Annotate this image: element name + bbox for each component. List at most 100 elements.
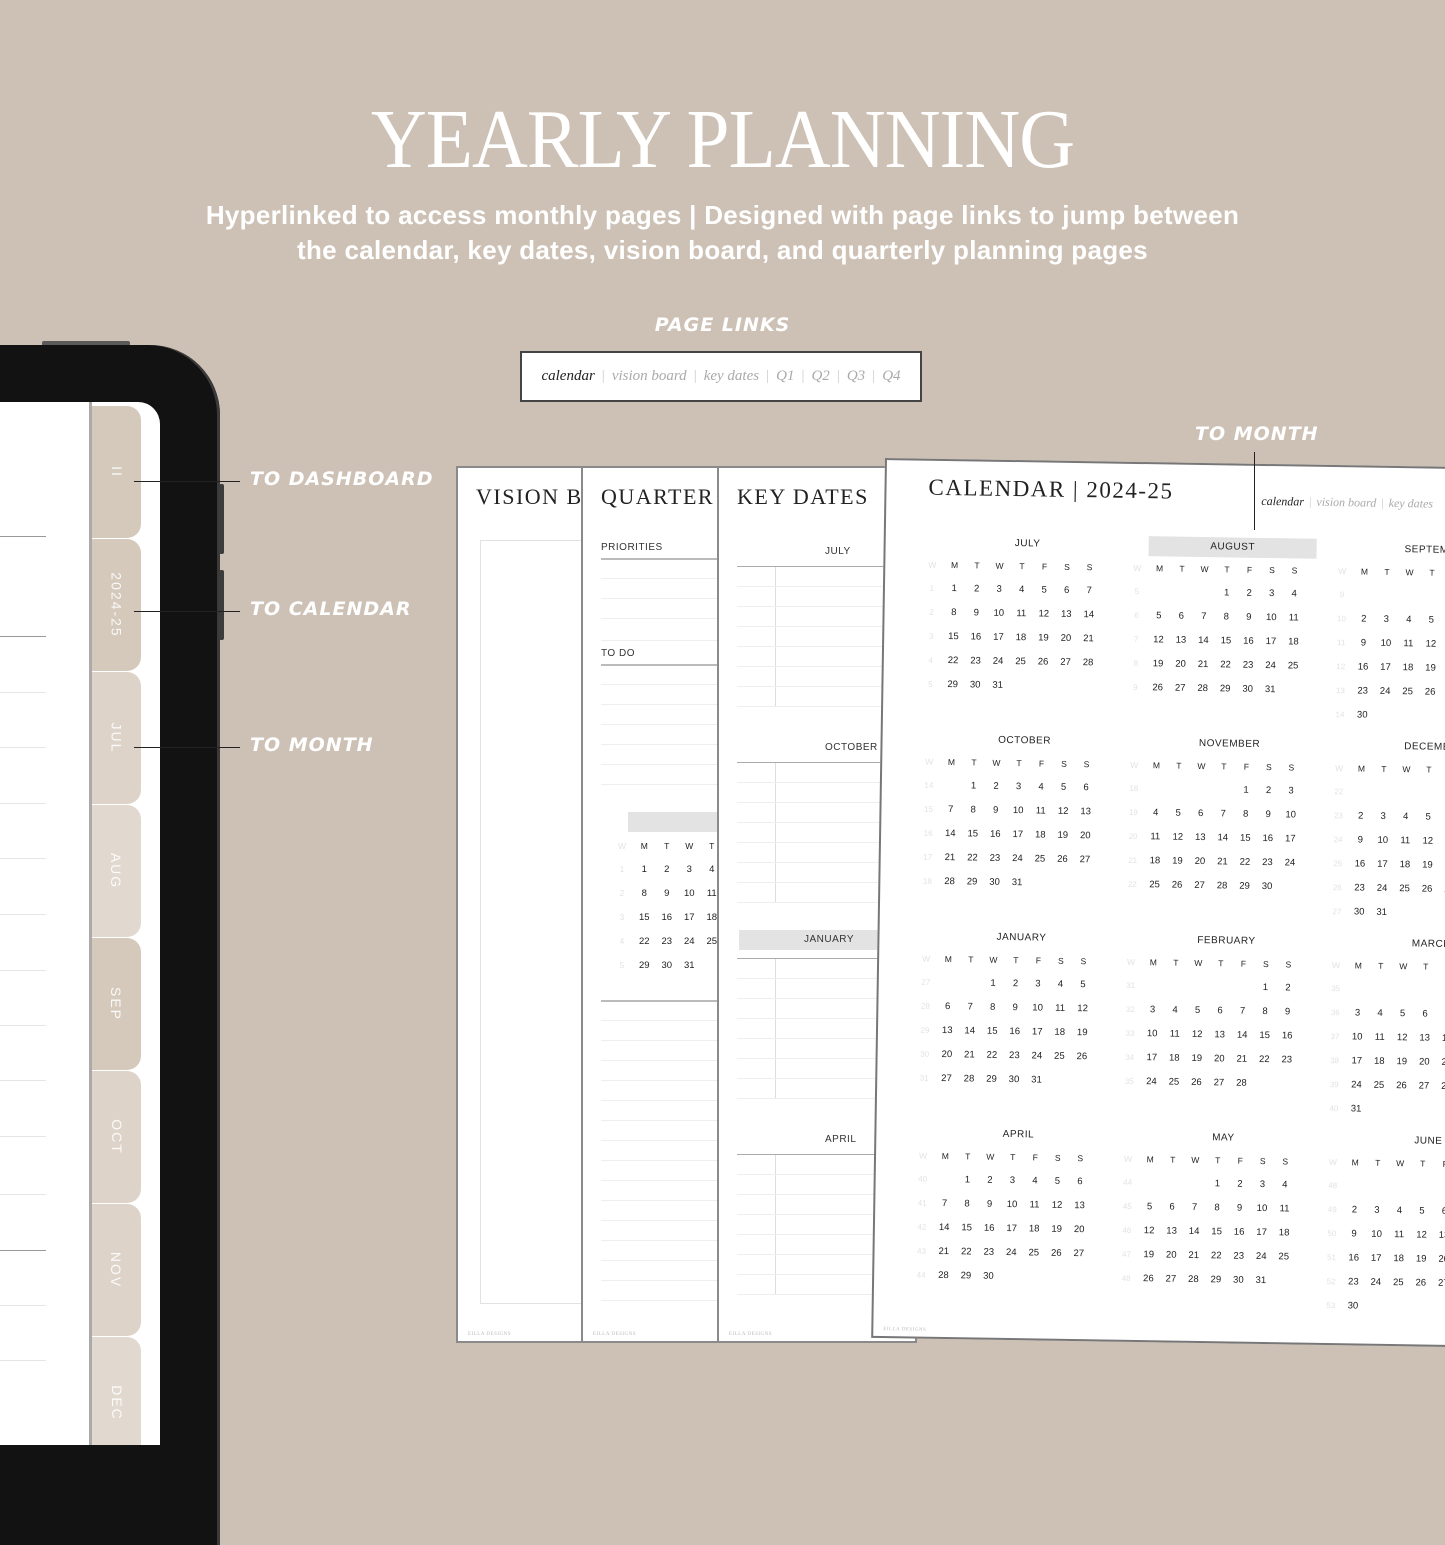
day-cell[interactable]: 24 xyxy=(1025,1044,1048,1068)
day-cell[interactable]: 1 xyxy=(1254,976,1277,1000)
day-cell[interactable]: 16 xyxy=(984,823,1007,847)
day-cell[interactable]: 30 xyxy=(1236,678,1259,702)
day-cell[interactable]: 26 xyxy=(1051,848,1074,872)
day-cell[interactable]: 27 xyxy=(1054,651,1077,675)
day-cell[interactable]: 6 xyxy=(1068,1170,1091,1194)
day-cell[interactable]: 23 xyxy=(1237,654,1260,678)
day-cell[interactable]: 5 xyxy=(1072,973,1095,997)
day-cell[interactable]: 30 xyxy=(964,673,987,697)
day-cell[interactable]: 20 xyxy=(1442,657,1445,681)
day-cell[interactable]: 26 xyxy=(1146,676,1169,700)
day-cell[interactable]: 11 xyxy=(1273,1197,1296,1221)
day-cell[interactable]: 24 xyxy=(1364,1271,1387,1295)
day-cell[interactable]: 10 xyxy=(1026,996,1049,1020)
calendar-month-august[interactable]: AUGUST W M T W T F S S 5 1 2 3 4 6 5 6 7 8 9 10 11 7 12 13 14 15 16… xyxy=(1124,536,1317,703)
day-cell[interactable]: 22 xyxy=(961,846,984,870)
day-cell[interactable]: 10 xyxy=(1001,1193,1024,1217)
day-cell[interactable]: 20 xyxy=(1438,854,1445,878)
day-cell[interactable]: 30 xyxy=(977,1265,1000,1289)
day-cell[interactable]: 8 xyxy=(942,601,965,625)
day-cell[interactable]: 30 xyxy=(656,954,679,978)
day-cell[interactable]: 28 xyxy=(958,1067,981,1091)
day-cell[interactable]: 4 xyxy=(1010,578,1033,602)
day-cell[interactable]: 26 xyxy=(1032,650,1055,674)
day-cell[interactable]: 13 xyxy=(1439,830,1445,854)
day-cell[interactable]: 18 xyxy=(1397,656,1420,680)
day-cell[interactable]: 23 xyxy=(1348,876,1371,900)
calendar-page[interactable]: CALENDAR | 2024-25 calendar | vision board… xyxy=(871,458,1445,1348)
day-cell[interactable]: 26 xyxy=(1419,680,1442,704)
day-cell[interactable]: 21 xyxy=(1435,1051,1445,1075)
day-cell[interactable]: 12 xyxy=(1416,829,1439,853)
day-cell[interactable]: 9 xyxy=(1237,606,1260,630)
day-cell[interactable]: 31 xyxy=(1025,1068,1048,1092)
day-cell[interactable]: 27 xyxy=(1188,874,1211,898)
day-cell[interactable]: 2 xyxy=(965,577,988,601)
day-cell[interactable]: 28 xyxy=(1435,1075,1445,1099)
day-cell[interactable]: 29 xyxy=(941,673,964,697)
day-cell[interactable]: 10 xyxy=(1279,803,1302,827)
day-cell[interactable]: 1 xyxy=(982,972,1005,996)
day-cell[interactable]: 22 xyxy=(942,649,965,673)
day-cell[interactable]: 4 xyxy=(1388,1199,1411,1223)
day-cell[interactable]: 9 xyxy=(978,1193,1001,1217)
day-cell[interactable]: 7 xyxy=(1231,1000,1254,1024)
day-cell[interactable]: 1 xyxy=(1235,779,1258,803)
day-cell[interactable]: 24 xyxy=(1278,851,1301,875)
day-cell[interactable]: 5 xyxy=(1420,608,1443,632)
day-cell[interactable]: 28 xyxy=(1077,651,1100,675)
day-cell[interactable]: 2 xyxy=(1257,779,1280,803)
day-cell[interactable]: 19 xyxy=(1147,652,1170,676)
day-cell[interactable]: 3 xyxy=(1372,805,1395,829)
day-cell[interactable]: 10 xyxy=(1374,632,1397,656)
day-cell[interactable]: 3 xyxy=(1141,998,1164,1022)
day-cell[interactable]: 15 xyxy=(1253,1024,1276,1048)
day-cell[interactable]: 11 xyxy=(1282,606,1305,630)
calendar-month-july[interactable]: JULY W M T W T F S S 1 1 2 3 4 5 6 7 2 8 9 10 11 12 13 14 3 15 16 17… xyxy=(919,533,1112,700)
tab-oct[interactable]: OCT xyxy=(92,1071,141,1203)
day-cell[interactable]: 5 xyxy=(1186,999,1209,1023)
day-cell[interactable]: 10 xyxy=(987,602,1010,626)
day-cell[interactable]: 14 xyxy=(958,1019,981,1043)
day-cell[interactable]: 9 xyxy=(1352,631,1375,655)
day-cell[interactable]: 13 xyxy=(1208,1023,1231,1047)
day-cell[interactable]: 9 xyxy=(1257,803,1280,827)
day-cell[interactable]: 24 xyxy=(1000,1241,1023,1265)
day-cell[interactable]: 15 xyxy=(942,625,965,649)
day-cell[interactable]: 4 xyxy=(1273,1173,1296,1197)
calendar-month-november[interactable]: NOVEMBER W M T W T F S S 18 1 2 3 19 4 5 6 7 8 9 10 20 11 12 13 1… xyxy=(1121,733,1314,900)
day-cell[interactable]: 6 xyxy=(1433,1200,1445,1224)
day-cell[interactable]: 25 xyxy=(1009,650,1032,674)
day-cell[interactable]: 19 xyxy=(1137,1243,1160,1267)
page-link-q1[interactable]: Q1 xyxy=(776,368,794,385)
day-cell[interactable]: 8 xyxy=(956,1192,979,1216)
day-cell[interactable]: 26 xyxy=(1416,877,1439,901)
day-cell[interactable]: 13 xyxy=(936,1019,959,1043)
day-cell[interactable]: 11 xyxy=(1029,799,1052,823)
day-cell[interactable]: 20 xyxy=(1432,1248,1445,1272)
day-cell[interactable]: 2 xyxy=(1228,1172,1251,1196)
day-cell[interactable]: 19 xyxy=(1032,626,1055,650)
day-cell[interactable]: 22 xyxy=(633,930,656,954)
day-cell[interactable]: 24 xyxy=(1250,1245,1273,1269)
day-cell[interactable]: 4 xyxy=(1144,801,1167,825)
day-cell[interactable]: 17 xyxy=(1006,823,1029,847)
day-cell[interactable]: 12 xyxy=(1186,1023,1209,1047)
day-cell[interactable]: 1 xyxy=(1206,1172,1229,1196)
day-cell[interactable]: 31 xyxy=(986,674,1009,698)
day-cell[interactable]: 16 xyxy=(656,906,679,930)
day-cell[interactable]: 15 xyxy=(981,1020,1004,1044)
day-cell[interactable]: 20 xyxy=(1413,1050,1436,1074)
page-link-calendar[interactable]: calendar xyxy=(1261,494,1304,509)
day-cell[interactable]: 3 xyxy=(1366,1199,1389,1223)
day-cell[interactable]: 6 xyxy=(1075,776,1098,800)
day-cell[interactable]: 17 xyxy=(1140,1046,1163,1070)
day-cell[interactable]: 3 xyxy=(988,578,1011,602)
day-cell[interactable]: 2 xyxy=(1238,582,1261,606)
day-cell[interactable]: 18 xyxy=(1009,626,1032,650)
day-cell[interactable]: 1 xyxy=(633,858,656,882)
day-cell[interactable]: 27 xyxy=(1169,676,1192,700)
day-cell[interactable]: 5 xyxy=(1033,578,1056,602)
calendar-month-january[interactable]: JANUARY W M T W T F S S 27 1 2 3 4 5 28 6 7 8 9 10 11 12 29 13 14… xyxy=(913,927,1106,1094)
day-cell[interactable]: 4 xyxy=(1049,973,1072,997)
